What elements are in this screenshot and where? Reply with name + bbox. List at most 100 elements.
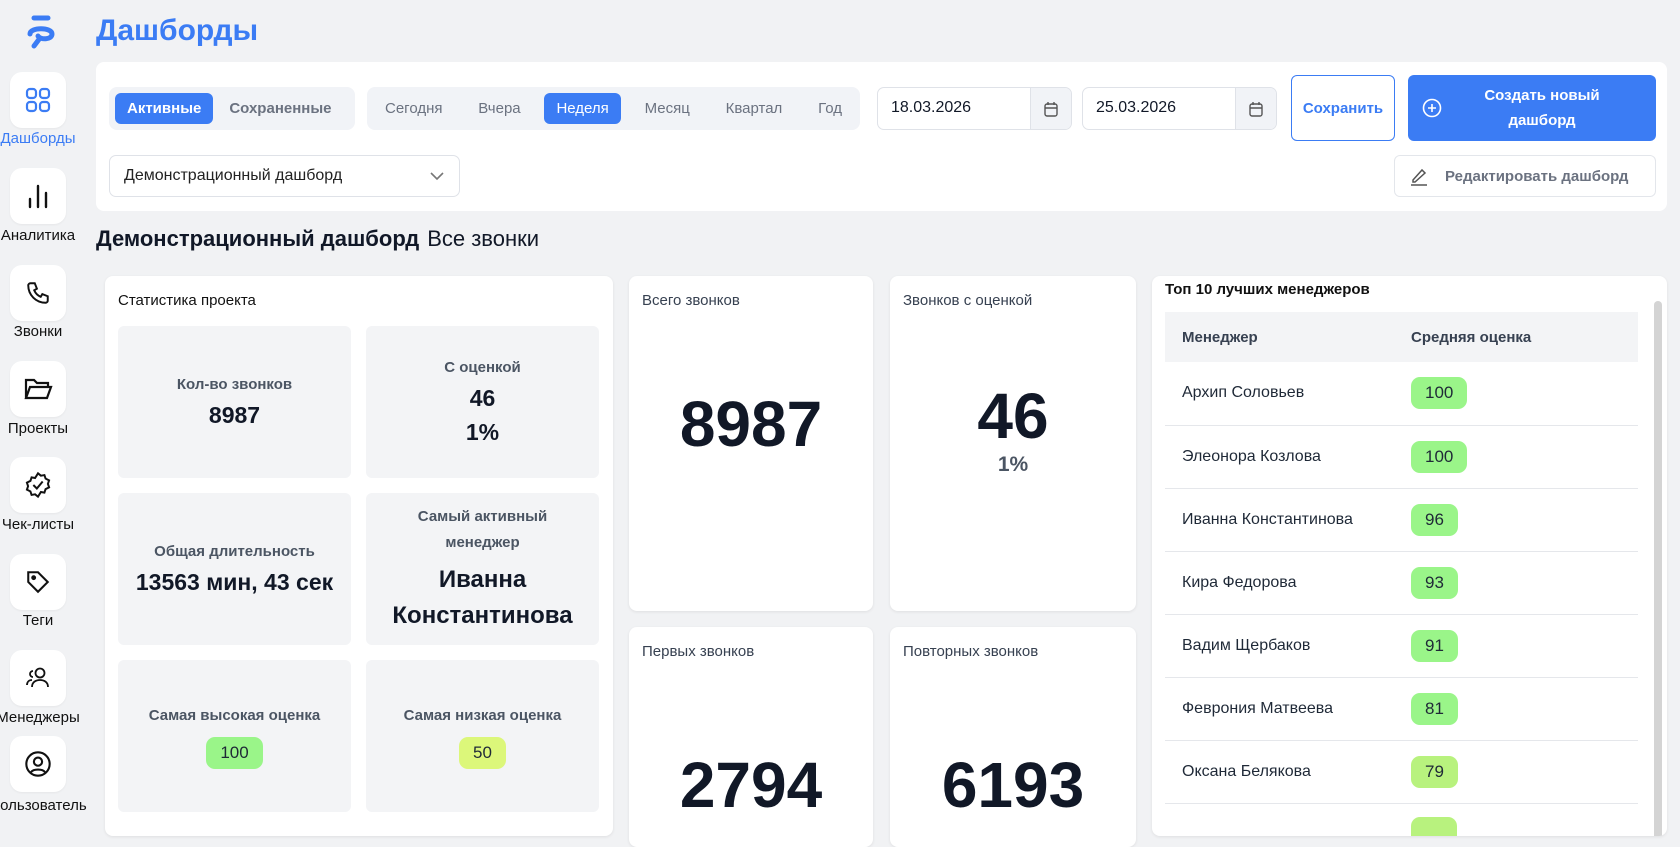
score-badge: 93: [1411, 566, 1458, 599]
manager-name: Архип Соловьев: [1165, 362, 1394, 426]
scrollbar[interactable]: [1654, 301, 1662, 836]
stat-max-tile: Самая высокая оценка 100: [118, 660, 351, 812]
dashboard-select[interactable]: Демонстрационный дашборд: [109, 155, 460, 197]
manager-score-cell: 100: [1394, 425, 1638, 489]
score-badge: 100: [1411, 440, 1468, 473]
manager-score-cell: 100: [1394, 362, 1638, 426]
sidebar-label: Чек-листы: [1, 516, 75, 533]
dashboard-heading: Демонстрационный дашборд Все звонки: [96, 226, 539, 252]
table-row[interactable]: [1165, 803, 1638, 836]
stat-value: Иванна Константинова: [392, 566, 573, 629]
sidebar-item-analytics[interactable]: [10, 168, 66, 224]
tab-yesterday[interactable]: Вчера: [466, 93, 532, 124]
score-badge: 100: [206, 737, 263, 769]
col-manager: Менеджер: [1165, 312, 1394, 362]
stat-label: Самая высокая оценка: [148, 707, 321, 724]
sidebar-label: Проекты: [7, 420, 69, 437]
dashboard-select-value: Демонстрационный дашборд: [124, 167, 343, 184]
stat-duration-tile: Общая длительность 13563 мин, 43 сек: [118, 493, 351, 645]
tab-month[interactable]: Месяц: [633, 93, 702, 124]
edit-dashboard-button[interactable]: Редактировать дашборд: [1394, 155, 1656, 197]
top-managers-card: Топ 10 лучших менеджеров Менеджер Средняя…: [1152, 276, 1667, 836]
kpi-label: Всего звонков: [642, 292, 740, 309]
manager-name: Иванна Константинова: [1165, 488, 1394, 552]
create-dashboard-button[interactable]: Создать новый дашборд: [1408, 75, 1656, 141]
sidebar-label: Пользователь: [0, 797, 87, 814]
period-tabs: Сегодня Вчера Неделя Месяц Квартал Год: [367, 87, 860, 130]
sidebar-item-tags[interactable]: [10, 554, 66, 610]
page-title: Дашборды: [96, 14, 259, 47]
score-badge: 91: [1411, 629, 1458, 662]
tab-saved[interactable]: Сохраненные: [217, 93, 343, 124]
date-to-value: 25.03.2026: [1096, 99, 1177, 116]
sidebar-item-managers[interactable]: [10, 650, 66, 706]
sidebar-label: Менеджеры: [0, 709, 80, 726]
users-icon: [26, 667, 49, 688]
manager-name: Феврония Матвеева: [1165, 677, 1394, 741]
manager-name: Кира Федорова: [1165, 551, 1394, 615]
score-badge: 81: [1411, 692, 1458, 725]
mode-tabs: Активные Сохраненные: [109, 87, 355, 130]
badge-check-icon: [25, 471, 51, 499]
tab-year[interactable]: Год: [806, 93, 854, 124]
tab-week[interactable]: Неделя: [544, 93, 621, 124]
user-circle-icon: [25, 751, 51, 777]
save-button[interactable]: Сохранить: [1291, 75, 1395, 141]
stat-calls-tile: Кол-во звонков 8987: [118, 326, 351, 478]
score-badge: 100: [1411, 377, 1468, 410]
manager-score-cell: [1394, 803, 1638, 836]
create-dashboard-label: Создать новый дашборд: [1484, 87, 1600, 129]
stat-label: Самая низкая оценка: [403, 707, 562, 724]
table-row[interactable]: Кира Федорова 93: [1165, 551, 1638, 615]
kpi-first-card: Первых звонков 2794: [629, 627, 873, 847]
sidebar-item-user[interactable]: [10, 736, 66, 792]
table-row[interactable]: Элеонора Козлова 100: [1165, 425, 1638, 489]
kpi-label: Повторных звонков: [903, 643, 1039, 660]
sidebar-item-dashboards[interactable]: [10, 72, 66, 128]
date-from-value: 18.03.2026: [891, 99, 972, 116]
stat-label: Самый активный менеджер: [417, 508, 548, 551]
table-row[interactable]: Оксана Белякова 79: [1165, 740, 1638, 804]
edit-dashboard-label: Редактировать дашборд: [1445, 167, 1629, 185]
manager-name: Вадим Щербаков: [1165, 614, 1394, 678]
date-to-field[interactable]: 25.03.2026: [1082, 87, 1277, 130]
manager-score-cell: 81: [1394, 677, 1638, 741]
sidebar-item-checklists[interactable]: [10, 457, 66, 513]
stat-value: 13563 мин, 43 сек: [135, 569, 334, 595]
sidebar-label: Теги: [22, 612, 54, 629]
tab-quarter[interactable]: Квартал: [714, 93, 795, 124]
col-score: Средняя оценка: [1394, 312, 1638, 362]
bar-chart-icon: [28, 184, 48, 209]
dashboard-title: Демонстрационный дашборд: [96, 226, 420, 251]
stat-rated-tile: С оценкой 46 1%: [366, 326, 599, 478]
folder-icon: [24, 378, 53, 400]
tag-icon: [27, 571, 50, 594]
manager-name: Оксана Белякова: [1165, 740, 1394, 804]
phone-icon: [27, 282, 49, 304]
sidebar-item-projects[interactable]: [10, 361, 66, 417]
kpi-total-card: Всего звонков 8987: [629, 276, 873, 611]
table-row[interactable]: Феврония Матвеева 81: [1165, 677, 1638, 741]
tab-active[interactable]: Активные: [115, 93, 214, 124]
kpi-label: Звонков с оценкой: [903, 292, 1033, 309]
sidebar-item-calls[interactable]: [10, 265, 66, 321]
plus-circle-icon: [1422, 98, 1442, 118]
chevron-down-icon: [430, 172, 444, 181]
kpi-repeat-card: Повторных звонков 6193: [890, 627, 1136, 847]
top-managers-title: Топ 10 лучших менеджеров: [1165, 281, 1370, 298]
stat-label: С оценкой: [444, 359, 521, 376]
calendar-icon[interactable]: [1030, 88, 1071, 129]
kpi-value: 8987: [679, 388, 823, 460]
table-row[interactable]: Архип Соловьев 100: [1165, 362, 1638, 426]
app-logo: [27, 15, 55, 49]
date-from-field[interactable]: 18.03.2026: [877, 87, 1072, 130]
kpi-value: 6193: [941, 749, 1085, 821]
score-badge: 50: [459, 737, 506, 769]
sidebar-label: Дашборды: [0, 130, 76, 147]
stat-label: Общая длительность: [154, 543, 315, 560]
tab-today[interactable]: Сегодня: [373, 93, 455, 124]
table-row[interactable]: Вадим Щербаков 91: [1165, 614, 1638, 678]
calendar-icon[interactable]: [1235, 88, 1276, 129]
sidebar-label: Аналитика: [0, 227, 76, 244]
table-row[interactable]: Иванна Константинова 96: [1165, 488, 1638, 552]
